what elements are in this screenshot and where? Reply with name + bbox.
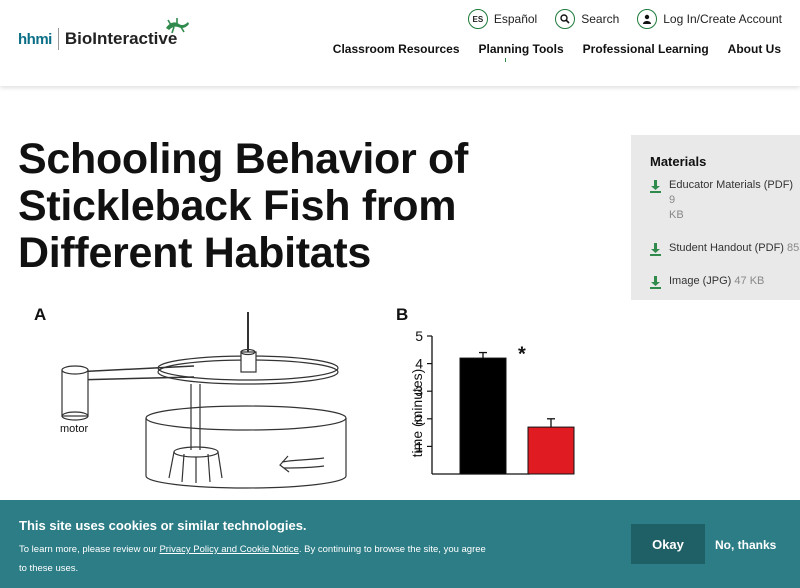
nav-planning-tools[interactable]: Planning Tools (479, 42, 564, 56)
login-link[interactable]: Log In/Create Account (637, 9, 782, 29)
materials-label: Student Handout (PDF) (669, 242, 784, 254)
materials-label: Image (JPG) (669, 275, 732, 287)
y-tick-label: 5 (415, 328, 423, 344)
login-label: Log In/Create Account (663, 12, 782, 26)
language-label: Español (493, 12, 538, 26)
search-label: Search (581, 12, 620, 26)
page: hhmi BioInteractive ES Español Search Lo… (0, 0, 800, 588)
nav-divider-tick (505, 58, 506, 62)
page-title: Schooling Behavior of Stickleback Fish f… (18, 135, 469, 277)
logo-hhmi: hhmi (18, 31, 52, 48)
cookie-text-pre: To learn more, please review our (19, 544, 160, 555)
bar (527, 426, 575, 475)
no-thanks-button[interactable]: No, thanks (715, 538, 776, 552)
significance-marker: * (518, 344, 526, 366)
materials-item-educator[interactable]: Educator Materials (PDF) 9 KB (650, 178, 800, 223)
okay-button[interactable]: Okay (631, 524, 705, 564)
cookie-banner: This site uses cookies or similar techno… (0, 500, 800, 588)
utility-nav: ES Español Search Log In/Create Account (467, 9, 782, 29)
language-link[interactable]: ES Español (467, 9, 538, 29)
logo-divider (57, 28, 59, 50)
file-size: 855 (787, 242, 800, 254)
bar-chart: 12345time (minutes)* (409, 328, 575, 475)
figure: A B motor 1 2 3 4 5 time (minutes) * (24, 300, 584, 500)
materials-label: Educator Materials (PDF) (669, 179, 794, 191)
materials-panel: Materials Educator Materials (PDF) 9 KB S… (631, 135, 800, 300)
main-nav: Classroom Resources Planning Tools Profe… (333, 42, 781, 56)
language-icon: ES (467, 9, 488, 29)
file-size: 9 (669, 194, 676, 206)
nav-professional-learning[interactable]: Professional Learning (583, 42, 709, 56)
download-icon (650, 180, 661, 193)
user-icon (637, 9, 658, 29)
materials-heading: Materials (650, 154, 707, 169)
file-size: 47 KB (734, 275, 765, 287)
download-icon (650, 243, 661, 256)
privacy-policy-link[interactable]: Privacy Policy and Cookie Notice (159, 544, 298, 555)
cookie-text: To learn more, please review our Privacy… (19, 540, 489, 578)
site-header: hhmi BioInteractive ES Español Search Lo… (0, 0, 800, 86)
cookie-heading: This site uses cookies or similar techno… (19, 518, 307, 533)
file-size-cont: KB (669, 209, 684, 221)
materials-item-image[interactable]: Image (JPG) 47 KB (650, 274, 800, 289)
logo-biointeractive: BioInteractive (64, 29, 178, 48)
bar (459, 357, 507, 475)
site-logo[interactable]: hhmi BioInteractive (18, 16, 189, 56)
download-icon (650, 276, 661, 289)
search-link[interactable]: Search (555, 9, 619, 29)
materials-item-student[interactable]: Student Handout (PDF) 855 (650, 241, 800, 256)
motor-label: motor (60, 423, 88, 435)
nav-about-us[interactable]: About Us (728, 42, 781, 56)
apparatus-diagram: motor (60, 312, 347, 489)
y-axis-label: time (minutes) (409, 369, 425, 458)
lizard-logo-icon (166, 18, 189, 34)
search-icon (555, 9, 576, 29)
nav-classroom-resources[interactable]: Classroom Resources (333, 42, 460, 56)
